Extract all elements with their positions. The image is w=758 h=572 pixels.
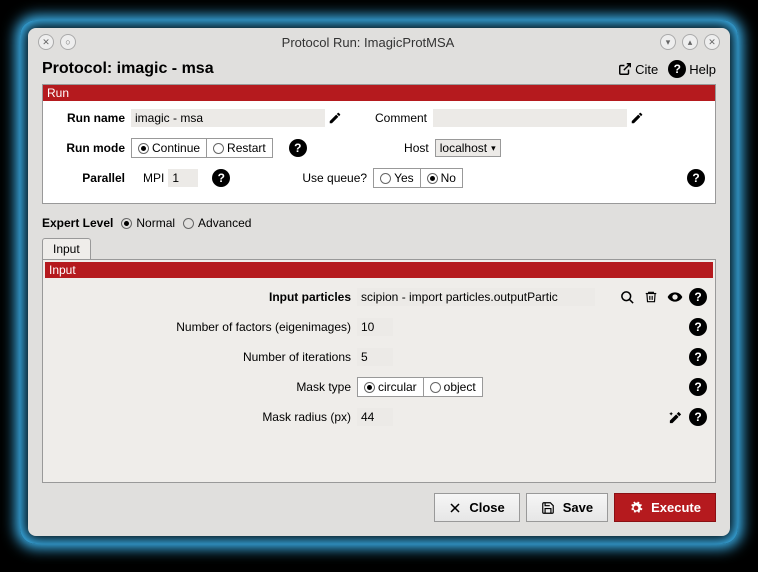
help-link[interactable]: ? Help	[668, 60, 716, 78]
protocol-title: Protocol: imagic - msa	[42, 60, 618, 78]
gear-icon	[629, 501, 643, 515]
parallel-help-icon[interactable]: ?	[212, 169, 230, 187]
wizard-icon[interactable]	[665, 407, 685, 427]
mask-type-object[interactable]: object	[424, 378, 482, 396]
tab-strip: Input	[42, 238, 716, 259]
input-particles-field[interactable]	[357, 288, 595, 306]
window-pin-icon[interactable]: ○	[60, 34, 76, 50]
close-icon[interactable]: ✕	[704, 34, 720, 50]
comment-label: Comment	[369, 111, 433, 125]
run-section: Run Run name Comment Run mode Continue R…	[42, 84, 716, 204]
run-name-input[interactable]	[131, 109, 325, 127]
mask-radius-help-icon[interactable]: ?	[689, 408, 707, 426]
mpi-input[interactable]	[168, 169, 198, 187]
run-mode-continue[interactable]: Continue	[132, 139, 207, 157]
queue-radio-group: Yes No	[373, 168, 463, 188]
maximize-icon[interactable]: ▴	[682, 34, 698, 50]
host-select[interactable]: localhost	[435, 139, 501, 157]
particles-help-icon[interactable]: ?	[689, 288, 707, 306]
factors-help-icon[interactable]: ?	[689, 318, 707, 336]
input-tab-panel: Input Input particles ? Number of factor…	[42, 259, 716, 483]
run-mode-radio-group: Continue Restart	[131, 138, 273, 158]
queue-yes[interactable]: Yes	[374, 169, 421, 187]
expert-normal[interactable]: Normal	[121, 216, 175, 230]
close-x-icon	[449, 502, 461, 514]
titlebar: ✕ ○ Protocol Run: ImagicProtMSA ▾ ▴ ✕	[28, 28, 730, 56]
expert-advanced[interactable]: Advanced	[183, 216, 251, 230]
edit-run-name-icon[interactable]	[325, 108, 345, 128]
search-icon[interactable]	[617, 287, 637, 307]
tab-input[interactable]: Input	[42, 238, 91, 259]
iterations-help-icon[interactable]: ?	[689, 348, 707, 366]
run-mode-label: Run mode	[53, 141, 131, 155]
minimize-icon[interactable]: ▾	[660, 34, 676, 50]
queue-help-icon[interactable]: ?	[687, 169, 705, 187]
queue-no[interactable]: No	[421, 169, 462, 187]
run-mode-restart[interactable]: Restart	[207, 139, 272, 157]
queue-label: Use queue?	[302, 171, 373, 185]
window-menu-icon[interactable]: ✕	[38, 34, 54, 50]
mpi-label: MPI	[143, 171, 168, 185]
factors-input[interactable]	[357, 318, 393, 336]
mask-type-radio-group: circular object	[357, 377, 483, 397]
mask-radius-input[interactable]	[357, 408, 393, 426]
run-mode-help-icon[interactable]: ?	[289, 139, 307, 157]
cite-link[interactable]: Cite	[618, 60, 658, 78]
input-section-header: Input	[45, 262, 713, 278]
execute-button[interactable]: Execute	[614, 493, 716, 522]
parallel-label: Parallel	[53, 171, 131, 185]
iterations-label: Number of iterations	[51, 350, 357, 364]
run-name-label: Run name	[53, 111, 131, 125]
external-link-icon	[618, 62, 632, 76]
expert-level-label: Expert Level	[42, 216, 113, 230]
window-title: Protocol Run: ImagicProtMSA	[76, 35, 660, 50]
mask-type-label: Mask type	[51, 380, 357, 394]
help-icon: ?	[668, 60, 686, 78]
run-section-header: Run	[43, 85, 715, 101]
eye-icon[interactable]	[665, 287, 685, 307]
host-label: Host	[371, 141, 435, 155]
save-button[interactable]: Save	[526, 493, 608, 522]
factors-label: Number of factors (eigenimages)	[51, 320, 357, 334]
edit-comment-icon[interactable]	[627, 108, 647, 128]
mask-type-circular[interactable]: circular	[358, 378, 424, 396]
iterations-input[interactable]	[357, 348, 393, 366]
mask-type-help-icon[interactable]: ?	[689, 378, 707, 396]
floppy-icon	[541, 501, 555, 515]
mask-radius-label: Mask radius (px)	[51, 410, 357, 424]
trash-icon[interactable]	[641, 287, 661, 307]
close-button[interactable]: Close	[434, 493, 519, 522]
input-particles-label: Input particles	[51, 290, 357, 304]
comment-input[interactable]	[433, 109, 627, 127]
